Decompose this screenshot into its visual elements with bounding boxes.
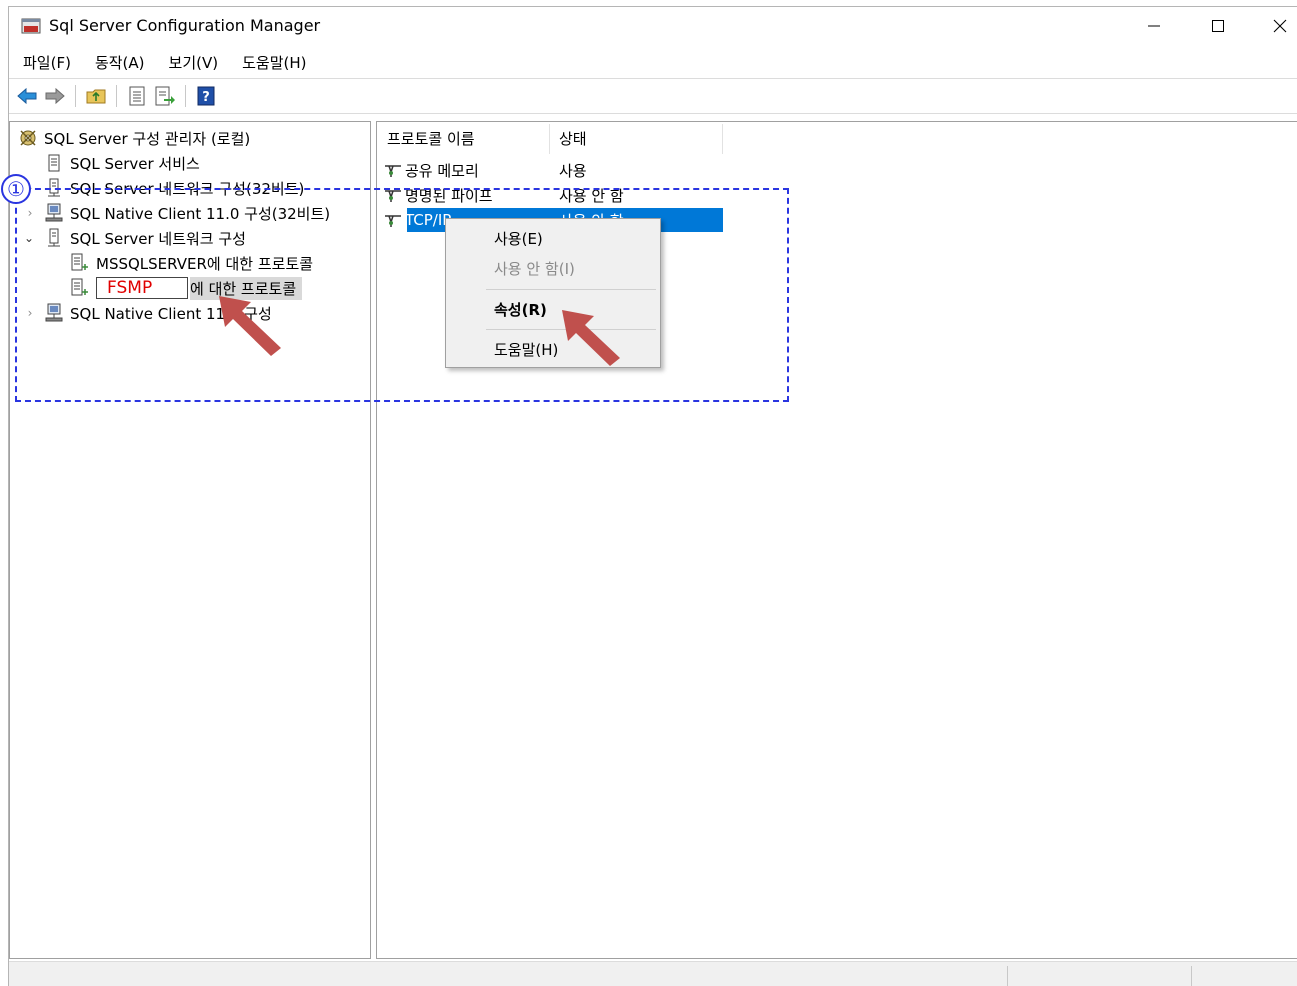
list-row-shared-memory[interactable]: 공유 메모리 (383, 158, 479, 182)
help-icon[interactable]: ? (194, 84, 218, 108)
config-manager-tools-icon (18, 128, 38, 148)
export-list-icon[interactable] (153, 84, 177, 108)
status-bar (9, 961, 1297, 986)
menu-help[interactable]: 도움말(H) (230, 52, 318, 73)
properties-icon[interactable] (125, 84, 149, 108)
toolbar-divider (9, 78, 1297, 79)
status-divider (1007, 966, 1008, 986)
menu-bar: 파일(F) 동작(A) 보기(V) 도움말(H) (9, 49, 1297, 75)
minimize-button[interactable] (1123, 7, 1185, 45)
menu-file[interactable]: 파일(F) (9, 52, 83, 73)
maximize-icon (1212, 20, 1224, 32)
protocol-icon (383, 161, 403, 179)
status-divider (1191, 966, 1192, 986)
forward-arrow-icon[interactable] (43, 84, 67, 108)
sql-config-manager-icon (21, 18, 41, 34)
column-divider[interactable] (549, 124, 550, 154)
column-divider[interactable] (722, 124, 723, 154)
svg-text:?: ? (202, 90, 210, 105)
app-window: Sql Server Configuration Manager 파일(F) 동… (8, 6, 1297, 986)
toolbar-separator (75, 85, 76, 107)
server-services-icon (44, 153, 64, 173)
up-folder-icon[interactable] (84, 84, 108, 108)
tree-item-label: SQL Server 서비스 (70, 154, 200, 173)
annotation-step-number: ① (1, 174, 31, 204)
annotation-highlight-box (15, 188, 789, 402)
minimize-icon (1148, 25, 1160, 27)
tree-root[interactable]: SQL Server 구성 관리자 (로컬) (18, 126, 250, 150)
toolbar-divider (9, 113, 1297, 114)
toolbar-separator (116, 85, 117, 107)
maximize-button[interactable] (1187, 7, 1249, 45)
window-title: Sql Server Configuration Manager (49, 16, 321, 35)
protocol-name: 공유 메모리 (405, 161, 479, 180)
tree-item-sql-server-services[interactable]: SQL Server 서비스 (44, 151, 200, 175)
protocol-status: 사용 (559, 161, 587, 180)
column-header-protocol-name[interactable]: 프로토콜 이름 (387, 124, 475, 152)
close-button[interactable] (1249, 7, 1297, 45)
close-icon (1273, 19, 1287, 33)
menu-action[interactable]: 동작(A) (83, 52, 157, 73)
tree-root-label: SQL Server 구성 관리자 (로컬) (44, 129, 251, 148)
menu-view[interactable]: 보기(V) (157, 52, 231, 73)
title-bar: Sql Server Configuration Manager (9, 7, 1297, 45)
toolbar: ? (9, 81, 1297, 111)
toolbar-separator (185, 85, 186, 107)
back-arrow-icon[interactable] (15, 84, 39, 108)
column-header-status[interactable]: 상태 (559, 124, 587, 152)
annotation-arrow-icon (562, 310, 620, 366)
